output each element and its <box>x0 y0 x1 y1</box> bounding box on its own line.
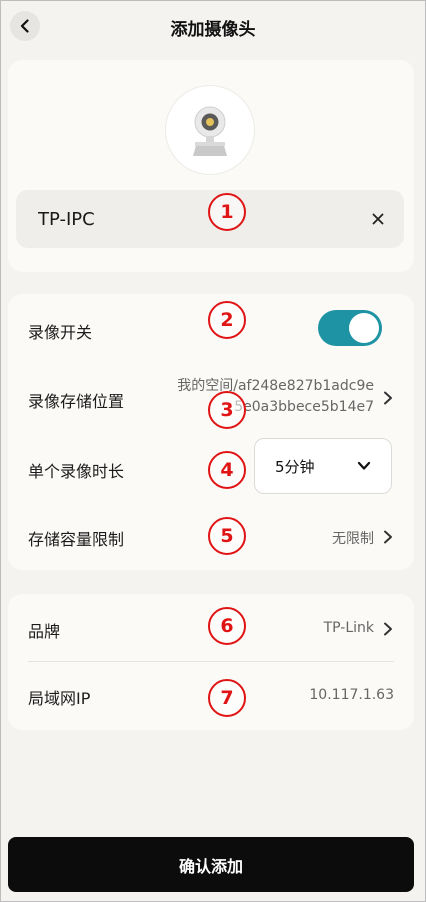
page-title: 添加摄像头 <box>170 20 256 40</box>
storage-path-line2: 5e0a3bbece5b14e7 <box>234 399 374 415</box>
annotation-marker-4: 4 <box>208 451 246 489</box>
chevron-right-icon <box>384 622 392 636</box>
storage-location-label: 录像存储位置 <box>28 392 125 411</box>
annotation-marker-7: 7 <box>208 679 246 717</box>
brand-label: 品牌 <box>28 622 61 641</box>
annotation-marker-5: 5 <box>208 517 246 555</box>
camera-name-input[interactable] <box>38 190 338 248</box>
annotation-marker-2: 2 <box>208 301 246 339</box>
confirm-add-button[interactable]: 确认添加 <box>8 837 414 892</box>
annotation-marker-1: 1 <box>208 193 246 231</box>
recording-duration-label: 单个录像时长 <box>28 462 125 481</box>
header: 添加摄像头 <box>0 0 426 56</box>
record-toggle[interactable] <box>318 310 382 346</box>
lan-ip-value: 10.117.1.63 <box>309 687 394 703</box>
lan-ip-label: 局域网IP <box>28 689 91 708</box>
storage-capacity-value: 无限制 <box>332 531 374 547</box>
storage-location-value: 我的空间/af248e827b1adc9e 5e0a3bbece5b14e7 <box>154 376 374 418</box>
chevron-right-icon[interactable] <box>382 391 394 405</box>
chevron-right-icon <box>384 530 392 544</box>
annotation-marker-6: 6 <box>208 607 246 645</box>
camera-avatar <box>165 85 255 175</box>
record-switch-label: 录像开关 <box>28 323 93 342</box>
storage-path-line1: 我的空间/af248e827b1adc9e <box>177 378 374 394</box>
toggle-knob <box>349 313 379 343</box>
camera-icon <box>193 106 227 156</box>
camera-info-card <box>8 60 414 272</box>
storage-capacity-label: 存储容量限制 <box>28 530 125 549</box>
clear-name-button[interactable] <box>366 207 390 231</box>
clear-icon <box>372 213 384 225</box>
chevron-down-icon <box>357 461 371 470</box>
recording-duration-select[interactable]: 5分钟 <box>254 438 392 494</box>
annotation-marker-3: 3 <box>208 391 246 429</box>
duration-selected-value: 5分钟 <box>275 458 315 476</box>
brand-value: TP-Link <box>323 620 374 636</box>
